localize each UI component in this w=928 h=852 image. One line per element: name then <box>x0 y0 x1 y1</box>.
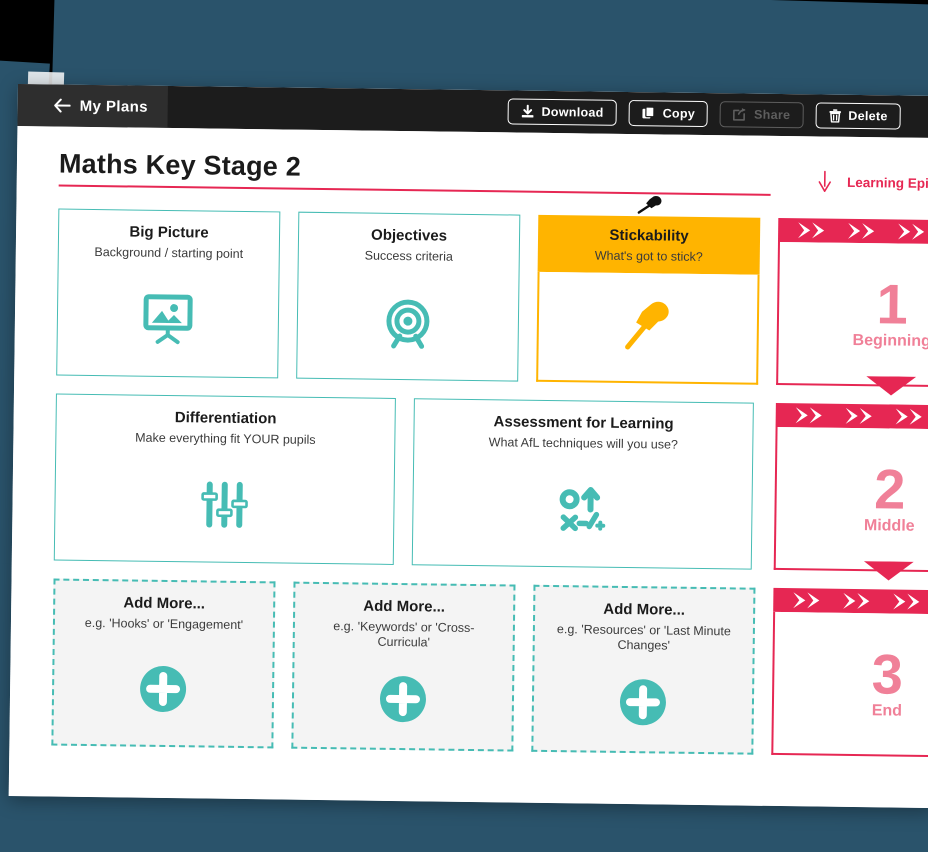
card-title: Add More... <box>123 594 206 613</box>
episode-chevron-header <box>775 402 928 430</box>
card-subtitle: What's got to stick? <box>594 248 703 264</box>
card-title: Objectives <box>371 226 448 245</box>
target-stand-icon <box>297 263 518 381</box>
plan-page: Maths Key Stage 2 Learning Episodes Big … <box>8 125 928 809</box>
card-row-2: Differentiation Make everything fit YOUR… <box>53 393 758 570</box>
card-title: Stickability <box>609 226 689 245</box>
arrow-down-icon <box>817 170 833 192</box>
copy-button-label: Copy <box>662 106 696 121</box>
sliders-icon <box>55 445 394 564</box>
trash-icon <box>828 109 841 123</box>
chevron-strip-icon <box>798 222 925 240</box>
presentation-board-icon <box>57 260 278 378</box>
episode-body: 3 End <box>771 611 928 758</box>
download-button[interactable]: Download <box>507 98 617 126</box>
learning-episode-1[interactable]: 1 Beginning <box>776 217 928 396</box>
pushpin-icon <box>621 296 674 358</box>
card-add-more-1[interactable]: Add More... e.g. 'Hooks' or 'Engagement' <box>51 578 276 749</box>
card-title: Big Picture <box>129 223 209 242</box>
episode-chevron-header <box>777 217 928 245</box>
learning-episodes-label: Learning Episodes <box>846 174 928 191</box>
app-window: My Plans Download Copy Share Delete Math… <box>8 84 928 809</box>
plan-content: Big Picture Background / starting point <box>9 196 928 776</box>
episode-down-arrow-icon <box>863 561 914 587</box>
card-title: Assessment for Learning <box>493 413 674 433</box>
card-title: Differentiation <box>174 409 277 428</box>
delete-button-label: Delete <box>848 108 888 124</box>
learning-episodes-heading: Learning Episodes <box>817 160 928 194</box>
episode-down-arrow-icon <box>866 376 917 402</box>
episode-name: Beginning <box>852 332 928 351</box>
card-row-3: Add More... e.g. 'Hooks' or 'Engagement'… <box>51 578 756 755</box>
episode-body: 2 Middle <box>773 426 928 581</box>
learning-episode-2[interactable]: 2 Middle <box>773 402 928 581</box>
download-button-label: Download <box>541 104 604 120</box>
share-button-label: Share <box>753 107 791 123</box>
card-assessment-for-learning[interactable]: Assessment for Learning What AfL techniq… <box>411 398 754 570</box>
card-row-1: Big Picture Background / starting point <box>56 196 761 385</box>
back-to-my-plans-button[interactable]: My Plans <box>17 84 168 128</box>
learning-episode-3[interactable]: 3 End <box>771 587 928 758</box>
plus-circle-icon <box>293 649 512 749</box>
card-add-more-2[interactable]: Add More... e.g. 'Keywords' or 'Cross-Cu… <box>291 581 516 752</box>
plan-header: Maths Key Stage 2 Learning Episodes <box>58 148 928 196</box>
card-add-more-3[interactable]: Add More... e.g. 'Resources' or 'Last Mi… <box>531 584 756 755</box>
plus-circle-icon <box>533 653 752 753</box>
card-stickability[interactable]: Stickability What's got to stick? <box>536 196 761 385</box>
arrow-left-icon <box>54 98 71 113</box>
card-subtitle: e.g. 'Keywords' or 'Cross-Curricula' <box>333 618 475 650</box>
share-button[interactable]: Share <box>719 101 804 129</box>
episode-number: 2 <box>873 457 906 521</box>
card-big-picture[interactable]: Big Picture Background / starting point <box>56 208 281 379</box>
stickability-body <box>536 271 760 385</box>
plus-circle-icon <box>53 631 272 747</box>
delete-button[interactable]: Delete <box>815 102 901 130</box>
copy-button[interactable]: Copy <box>628 99 709 128</box>
episode-body: 1 Beginning <box>776 241 928 396</box>
card-objectives[interactable]: Objectives Success criteria <box>296 211 521 382</box>
screenshot-stage: My Plans Download Copy Share Delete Math… <box>0 0 928 852</box>
copy-icon <box>642 106 656 120</box>
card-subtitle: Success criteria <box>364 248 453 264</box>
card-subtitle: e.g. 'Resources' or 'Last Minute Changes… <box>556 621 731 653</box>
learning-episodes-column: 1 Beginning 2 Middle 3 End <box>771 217 928 776</box>
chevron-strip-icon <box>795 407 922 425</box>
episode-name: Middle <box>863 517 915 535</box>
back-button-label: My Plans <box>79 97 149 116</box>
share-icon <box>733 107 747 121</box>
card-title: Add More... <box>363 597 446 616</box>
plan-cards-grid: Big Picture Background / starting point <box>51 196 761 773</box>
download-icon <box>520 104 534 119</box>
episode-number: 3 <box>871 642 904 706</box>
episode-number: 1 <box>876 272 909 336</box>
toolbar-actions: Download Copy Share Delete <box>507 90 901 137</box>
episode-name: End <box>871 702 903 720</box>
page-title: Maths Key Stage 2 <box>58 148 302 182</box>
chevron-strip-icon <box>793 592 920 610</box>
card-differentiation[interactable]: Differentiation Make everything fit YOUR… <box>53 393 396 565</box>
card-title: Add More... <box>603 600 686 619</box>
episode-chevron-header <box>773 587 928 615</box>
strategy-playbook-icon <box>413 449 752 568</box>
